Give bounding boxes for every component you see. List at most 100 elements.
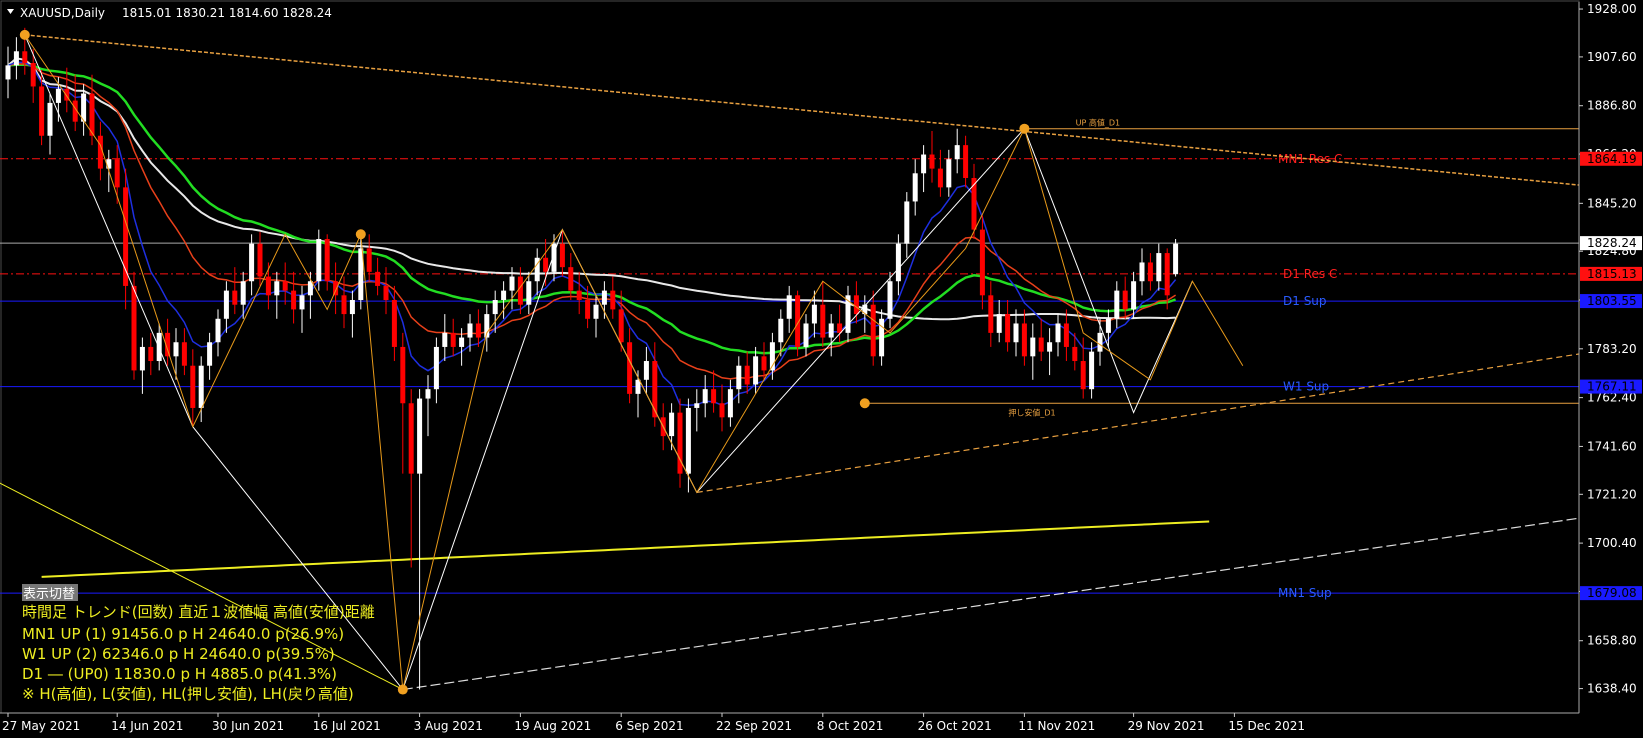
swing-point-dot <box>859 398 870 409</box>
candle-body <box>425 389 431 399</box>
swing-point-dot <box>19 29 30 40</box>
price-tick-label: 1907.60 <box>1587 50 1637 64</box>
candle-body <box>1097 332 1103 352</box>
candle-body <box>509 276 515 291</box>
candle-body <box>870 304 876 357</box>
candle-body <box>148 346 154 362</box>
candle-body <box>1131 281 1137 310</box>
candle-body <box>299 295 305 310</box>
candle-body <box>677 412 683 474</box>
candle-body <box>316 239 322 282</box>
candle-body <box>1164 253 1170 296</box>
candle-body <box>736 365 742 390</box>
candle-body <box>1063 323 1069 347</box>
candle-body <box>820 304 826 338</box>
candle-body <box>1173 243 1179 275</box>
candle-body <box>971 177 977 230</box>
level-label: D1 Sup <box>1283 294 1327 308</box>
candle-body <box>501 290 507 301</box>
candle-body <box>198 365 204 408</box>
panel-row-w1: W1 UP (2) 62346.0 p H 24640.0 p(39.5%) <box>22 645 335 663</box>
candle-body <box>627 342 633 394</box>
candle-body <box>156 332 162 362</box>
candle-body <box>1021 323 1027 357</box>
candle-body <box>240 281 246 305</box>
candle-body <box>391 300 397 347</box>
candle-body <box>475 323 481 338</box>
candle-body <box>467 323 473 338</box>
time-tick-label: 22 Sep 2021 <box>716 719 792 733</box>
candle-body <box>324 239 330 282</box>
candle-body <box>912 173 918 202</box>
time-tick-label: 11 Nov 2021 <box>1018 719 1095 733</box>
price-tick-label: 1721.20 <box>1587 487 1637 501</box>
candle-body <box>139 346 145 371</box>
time-tick-label: 29 Nov 2021 <box>1128 719 1205 733</box>
candle-body <box>114 159 120 188</box>
candle-body <box>232 290 238 305</box>
candle-body <box>585 300 591 319</box>
candle-body <box>753 356 759 385</box>
candle-body <box>811 304 817 324</box>
candle-body <box>400 346 406 404</box>
price-chart[interactable]: MN1 Res CD1 Res CD1 SupW1 SupMN1 Sup UP … <box>0 0 1643 738</box>
candle-body <box>333 281 339 296</box>
swing-point-label: UP 高値_D1 <box>1076 118 1120 128</box>
candle-body <box>1105 318 1111 333</box>
candle-body <box>1013 323 1019 343</box>
candle-body <box>181 342 187 366</box>
candle-body <box>22 51 28 64</box>
candle-body <box>719 403 725 418</box>
candle-body <box>601 290 607 305</box>
candle-body <box>442 332 448 347</box>
candle-body <box>215 318 221 343</box>
candle-body <box>417 398 423 474</box>
symbol-timeframe: XAUUSD,Daily <box>20 6 105 20</box>
candle-body <box>173 342 179 357</box>
toggle-button[interactable]: 表示切替 <box>23 587 75 602</box>
panel-header: 時間足 トレンド(回数) 直近１波値幅 高値(安値)距離 <box>22 603 375 621</box>
candle-body <box>979 229 985 296</box>
level-label: MN1 Sup <box>1278 586 1332 600</box>
chart-header[interactable]: XAUUSD,Daily 1815.01 1830.21 1814.60 182… <box>7 6 332 20</box>
candle-body <box>1122 290 1128 310</box>
candle-body <box>946 159 952 188</box>
candle-body <box>929 154 935 169</box>
panel-row-d1: D1 ― (UP0) 11830.0 p H 4885.0 p(41.3%) <box>22 665 337 683</box>
candle-body <box>996 314 1002 333</box>
level-price-text: 1679.08 <box>1587 586 1637 600</box>
candle-body <box>761 356 767 371</box>
swing-point-label: 押し安値_D1 <box>1008 407 1055 417</box>
candle-body <box>1139 262 1145 282</box>
candle-body <box>383 285 389 301</box>
level-price-text: 1815.13 <box>1587 267 1637 281</box>
candle-body <box>887 281 893 319</box>
candle-body <box>921 154 927 174</box>
candle-body <box>559 243 565 268</box>
candle-body <box>30 63 36 87</box>
candle-body <box>257 243 263 277</box>
candle-body <box>265 276 271 296</box>
candle-body <box>610 290 616 310</box>
candle-body <box>576 290 582 301</box>
candle-body <box>853 295 859 315</box>
candle-body <box>366 248 372 272</box>
time-tick-label: 16 Jul 2021 <box>313 719 381 733</box>
candle-body <box>526 281 532 305</box>
price-tick-label: 1658.80 <box>1587 634 1637 648</box>
time-tick-label: 30 Jun 2021 <box>212 719 284 733</box>
candle-body <box>828 323 834 338</box>
candle-body <box>375 271 381 286</box>
candle-body <box>1038 337 1044 352</box>
candle-body <box>207 342 213 366</box>
candle-body <box>702 389 708 404</box>
candle-body <box>249 243 255 282</box>
candle-body <box>954 145 960 160</box>
candle-body <box>190 365 196 408</box>
candle-body <box>459 337 465 347</box>
time-tick-label: 26 Oct 2021 <box>918 719 992 733</box>
candle-body <box>1089 351 1095 390</box>
candle-body <box>492 300 498 315</box>
candle-body <box>89 93 95 136</box>
swing-point-dot <box>397 684 408 695</box>
